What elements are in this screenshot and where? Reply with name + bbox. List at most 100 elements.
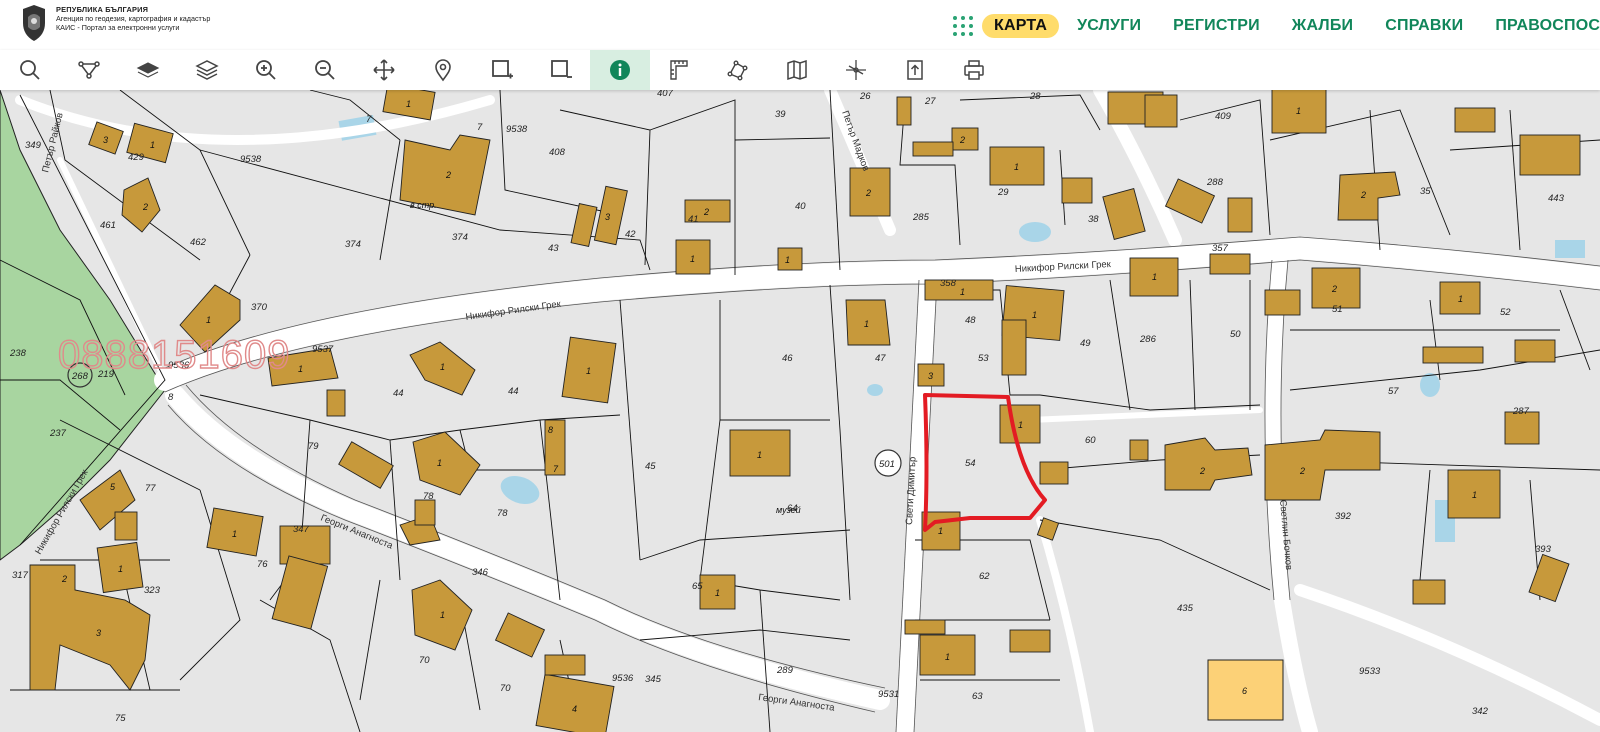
parcel-label[interactable]: 462 [190,237,207,248]
parcel-label[interactable]: 238 [9,348,27,359]
parcel-label[interactable]: 288 [1206,177,1224,188]
parcel-label[interactable]: 43 [548,243,559,254]
parcel-label[interactable]: 443 [1548,193,1565,204]
polyline-icon[interactable] [708,50,768,90]
parcel-label[interactable]: 35 [1420,186,1431,197]
parcel-label-54[interactable]: 54 [965,458,976,469]
parcel-label[interactable]: 347 [293,524,310,535]
parcel-label[interactable]: 47 [875,353,886,364]
parcel-label[interactable]: 9533 [1359,666,1381,677]
agency-brand[interactable]: РЕПУБЛИКА БЪЛГАРИЯ Агенция по геодезия, … [56,5,246,32]
parcel-label[interactable]: 70 [419,655,430,666]
select-area-remove-icon[interactable] [531,50,591,90]
layer-icon[interactable] [118,50,178,90]
parcel-label[interactable]: 40 [795,201,806,212]
parcel-label[interactable]: 42 [625,229,636,240]
parcel-label[interactable]: 317 [12,570,29,581]
parcel-label[interactable]: 39 [775,109,786,120]
parcel-label[interactable]: 38 [1088,214,1099,225]
layers-icon[interactable] [177,50,237,90]
parcel-label[interactable]: 461 [100,220,116,231]
export-icon[interactable] [885,50,945,90]
zoom-in-icon[interactable] [236,50,296,90]
nav-registers[interactable]: РЕГИСТРИ [1173,17,1260,35]
coat-of-arms-icon[interactable] [18,3,50,43]
apps-grid-icon[interactable] [952,15,974,37]
coordinates-icon[interactable] [826,50,886,90]
cadastral-map[interactable]: 349 429 461 462 9538 7 7 407 39 26 27 28… [0,88,1600,732]
nav-complaints[interactable]: ЖАЛБИ [1292,17,1353,35]
location-pin-icon[interactable] [413,50,473,90]
parcel-label[interactable]: 45 [645,461,656,472]
parcel-label[interactable]: 342 [1472,706,1489,717]
map-icon[interactable] [767,50,827,90]
parcel-label[interactable]: 44 [508,386,519,397]
parcel-label[interactable]: 435 [1177,603,1194,614]
parcel-label[interactable]: 285 [912,212,930,223]
parcel-label[interactable]: 29 [997,187,1009,198]
parcel-label[interactable]: 8 [168,392,174,403]
parcel-label[interactable]: 48 [965,315,976,326]
info-icon[interactable] [590,50,650,90]
parcel-label[interactable]: 237 [49,428,67,439]
parcel-label[interactable]: 358 [940,278,957,289]
parcel-label[interactable]: 9531 [878,689,899,700]
nav-services[interactable]: УСЛУГИ [1077,17,1141,35]
parcel-label[interactable]: 287 [1512,406,1530,417]
parcel-label[interactable]: 78 [497,508,508,519]
parcel-label[interactable]: 392 [1335,511,1352,522]
measure-icon[interactable] [649,50,709,90]
parcel-label[interactable]: 57 [1388,386,1399,397]
parcel-label[interactable]: 63 [972,691,983,702]
parcel-label[interactable]: 27 [924,96,936,107]
parcel-label[interactable]: 51 [1332,304,1343,315]
parcel-label[interactable]: 374 [452,232,468,243]
zoom-out-icon[interactable] [295,50,355,90]
seal-label-501[interactable]: 501 [879,459,895,470]
parcel-label[interactable]: 374 [345,239,361,250]
parcel-label[interactable]: 429 [128,152,145,163]
nav-reports[interactable]: СПРАВКИ [1385,17,1463,35]
parcel-label[interactable]: 60 [1085,435,1096,446]
parcel-label[interactable]: 79 [308,441,319,452]
parcel-label[interactable]: 49 [1080,338,1091,349]
parcel-label[interactable]: 7 [477,122,483,133]
parcel-label[interactable]: 409 [1215,111,1232,122]
parcel-label[interactable]: 46 [782,353,793,364]
parcel-label[interactable]: 41 [688,214,699,225]
parcel-label[interactable]: 349 [25,140,42,151]
parcel-label[interactable]: 370 [251,302,268,313]
parcel-label[interactable]: 26 [859,91,871,102]
parcel-label[interactable]: 357 [1212,243,1229,254]
parcel-label[interactable]: 75 [115,713,126,724]
parcel-label[interactable]: 78 [423,491,434,502]
parcel-label[interactable]: 44 [393,388,404,399]
parcel-label[interactable]: 346 [472,567,489,578]
parcel-label[interactable]: 286 [1139,334,1157,345]
route-icon[interactable] [59,50,119,90]
parcel-label[interactable]: 62 [979,571,990,582]
parcel-label[interactable]: 9537 [312,344,334,355]
parcel-label[interactable]: 76 [257,559,268,570]
parcel-label[interactable]: 28 [1029,91,1041,102]
pan-icon[interactable] [354,50,414,90]
parcel-label[interactable]: 50 [1230,329,1241,340]
map-canvas[interactable]: 349 429 461 462 9538 7 7 407 39 26 27 28… [0,88,1600,732]
parcel-label[interactable]: 53 [978,353,989,364]
parcel-label[interactable]: 323 [144,585,161,596]
parcel-label[interactable]: 9538 [240,154,262,165]
parcel-label[interactable]: 77 [145,483,156,494]
parcel-label[interactable]: 345 [645,674,662,685]
nav-map[interactable]: КАРТА [982,14,1060,38]
parcel-label[interactable]: 289 [776,665,794,676]
parcel-label[interactable]: 52 [1500,307,1511,318]
parcel-label[interactable]: 408 [549,147,566,158]
nav-licensed[interactable]: ПРАВОСПОСОБНИ [1495,17,1600,35]
parcel-label[interactable]: 70 [500,683,511,694]
search-icon[interactable] [0,50,60,90]
parcel-label[interactable]: 65 [692,581,703,592]
parcel-label[interactable]: 9536 [612,673,634,684]
select-area-add-icon[interactable] [472,50,532,90]
print-icon[interactable] [944,50,1004,90]
parcel-label[interactable]: 7 [366,114,372,125]
